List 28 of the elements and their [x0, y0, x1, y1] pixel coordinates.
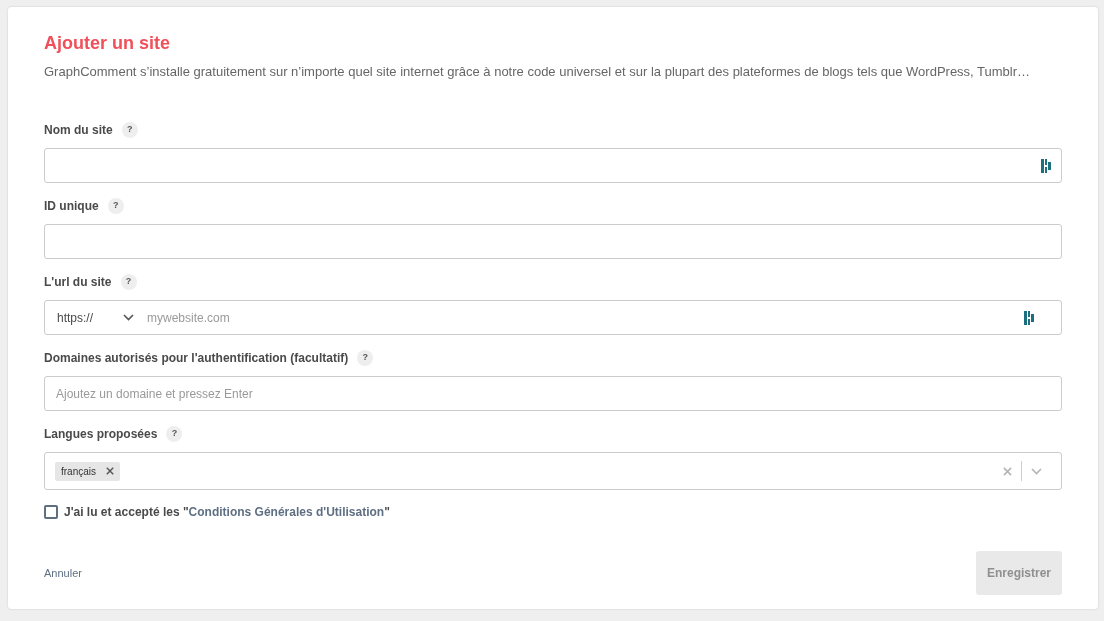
page-title: Ajouter un site	[44, 32, 171, 55]
remove-icon[interactable]	[106, 467, 114, 475]
terms-checkbox[interactable]	[44, 505, 58, 519]
help-hint[interactable]: ?	[120, 274, 137, 290]
terms-label: J'ai lu et accepté les "Conditions Générales d'Utilisation"	[64, 504, 390, 521]
field-label: Nom du site	[44, 122, 113, 139]
language-tag[interactable]: français	[55, 461, 120, 481]
field-label: ID unique	[44, 198, 99, 215]
help-hint[interactable]: ?	[107, 198, 124, 214]
autofill-icon[interactable]	[1024, 310, 1034, 325]
input-field[interactable]: Ajoutez un domaine et pressez Enter	[44, 376, 1062, 411]
language-select[interactable]: français	[44, 452, 1062, 490]
help-hint[interactable]: ?	[166, 426, 183, 442]
cancel-link[interactable]: Annuler	[44, 564, 82, 582]
field-label: L'url du site	[44, 274, 112, 291]
url-field[interactable]: https:// mywebsite.com	[44, 300, 1062, 335]
field-label: Langues proposées	[44, 426, 158, 443]
autofill-icon[interactable]	[1041, 158, 1051, 173]
chevron-down-icon	[123, 314, 134, 321]
chevron-down-icon	[1031, 467, 1042, 475]
input-field[interactable]	[44, 148, 1062, 183]
help-hint[interactable]: ?	[357, 350, 374, 366]
protocol-select[interactable]: https://	[45, 301, 147, 334]
field-label: Domaines autorisés pour l'authentification (facultatif)	[44, 350, 349, 367]
terms-link[interactable]: Conditions Générales d'Utilisation	[188, 505, 385, 519]
description: GraphComment s’installe gratuitement sur n’importe quel site internet grâce à notre code universel et sur la plupart des plateformes de blogs tels que WordPress, Tumblr…	[44, 63, 1032, 81]
help-hint[interactable]: ?	[121, 122, 138, 138]
input-field[interactable]	[44, 224, 1062, 259]
